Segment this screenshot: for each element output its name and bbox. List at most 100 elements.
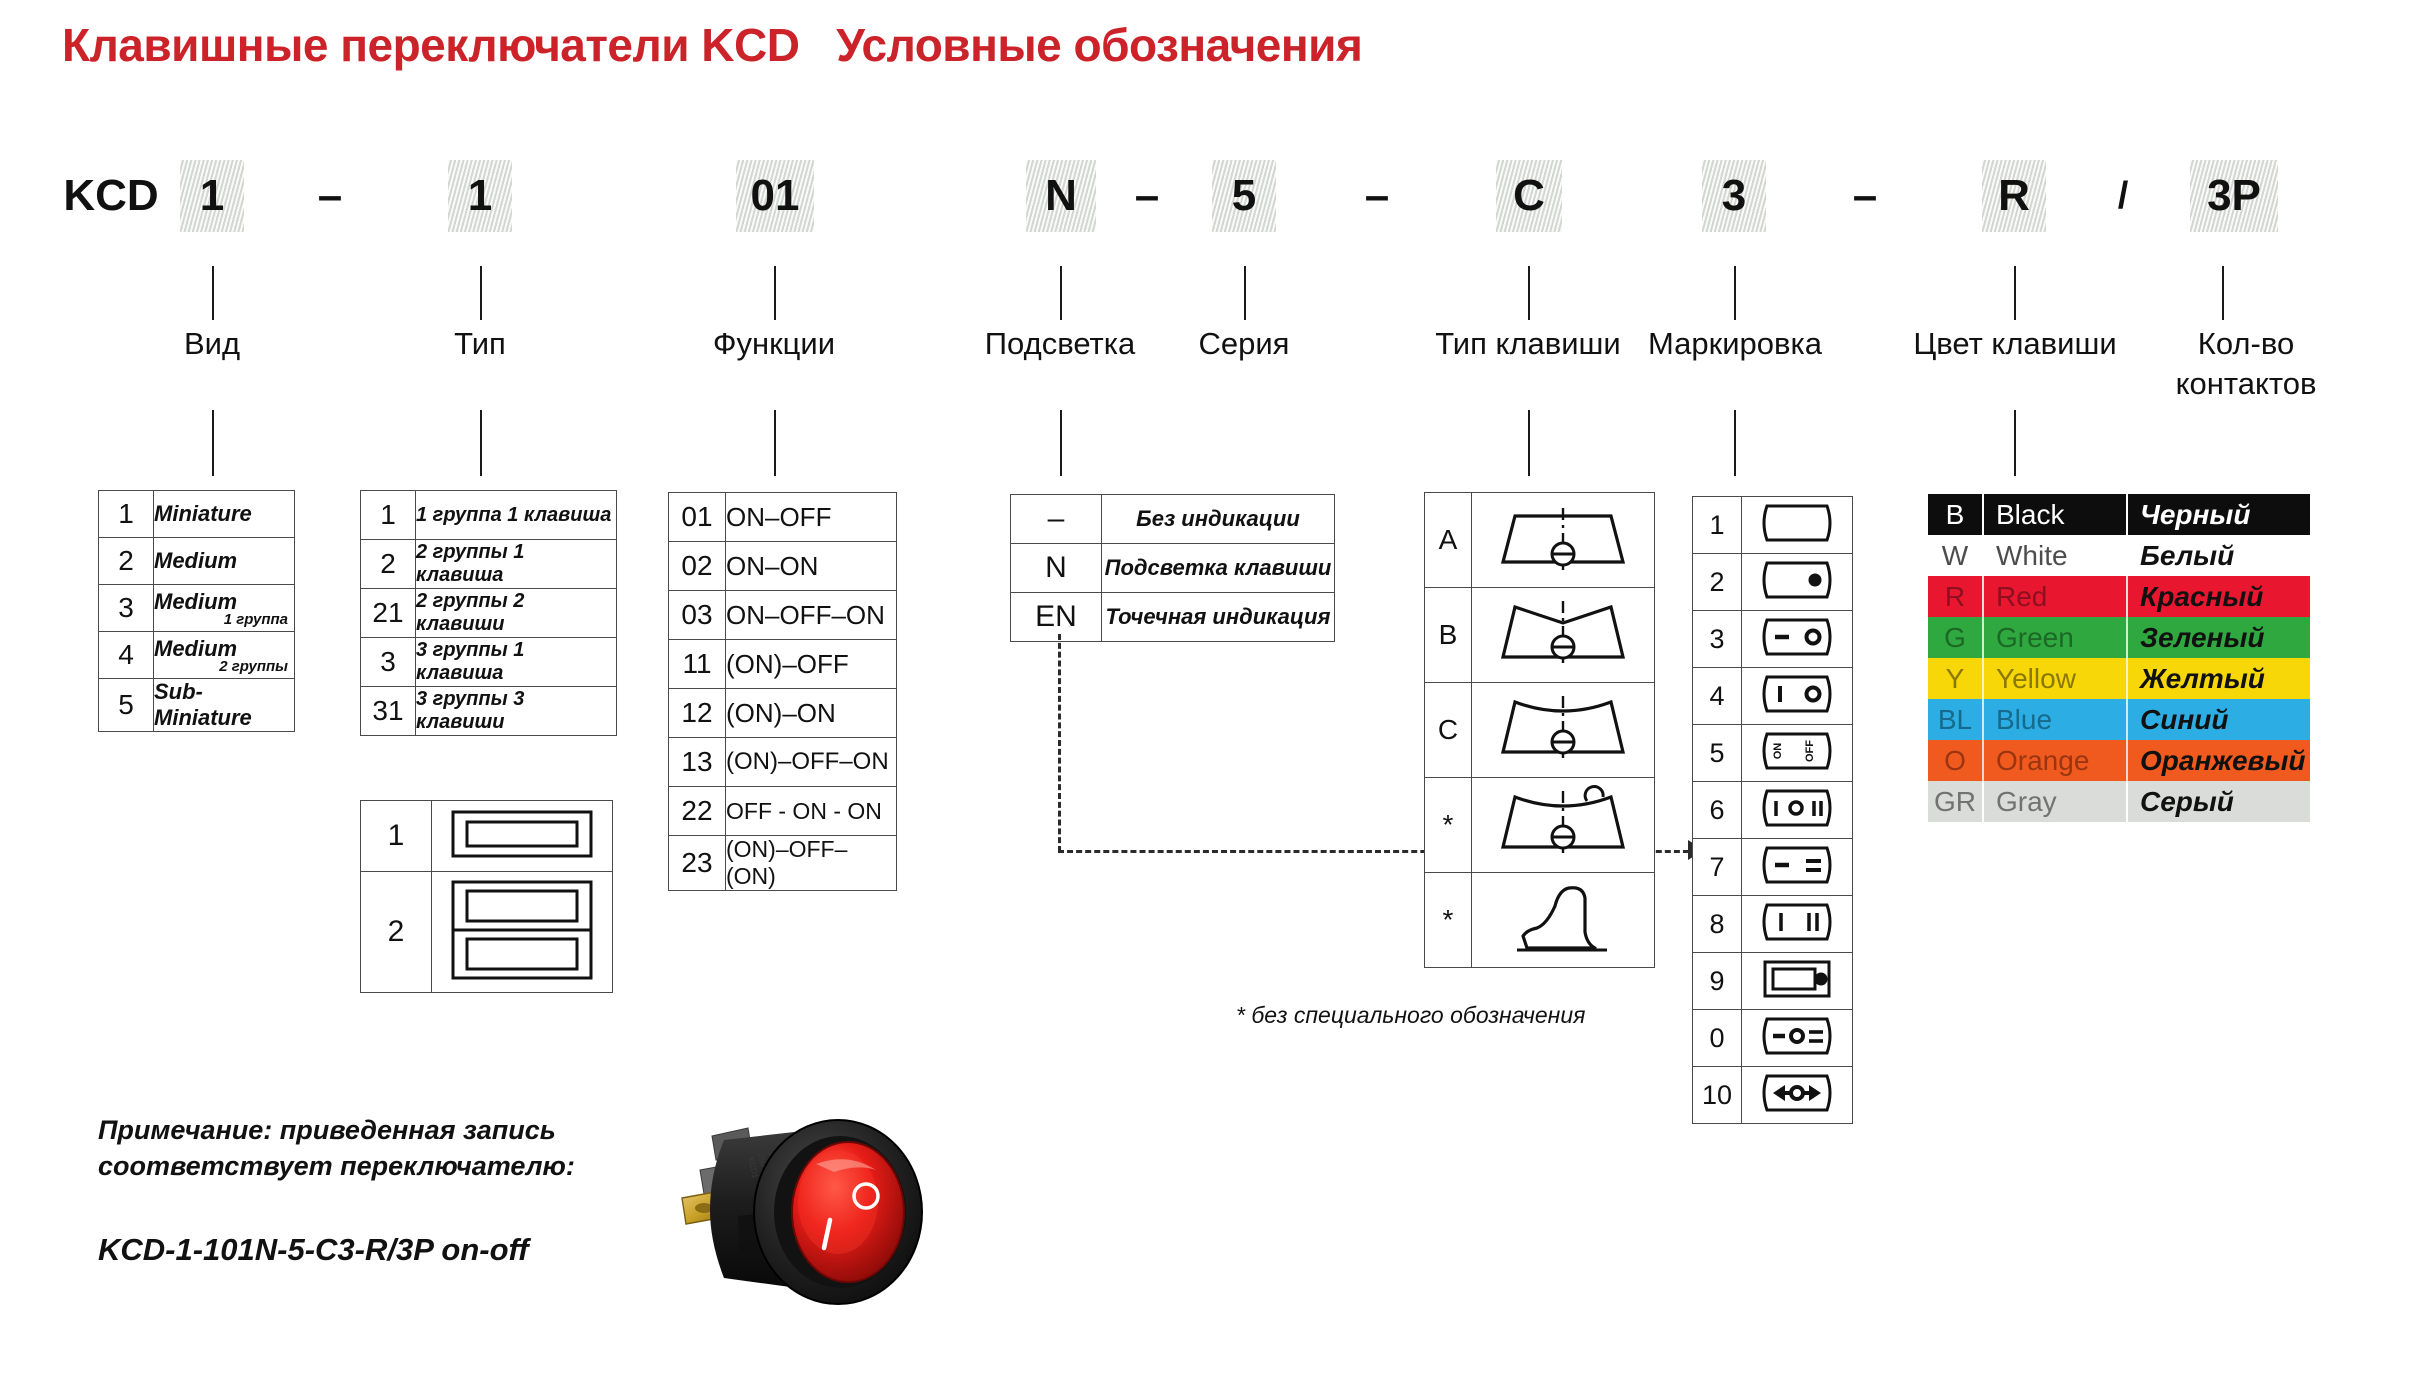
marking-code: 10 — [1692, 1066, 1742, 1124]
function-code: 02 — [668, 541, 726, 591]
table-row[interactable]: 4 Medium 2 группы — [98, 631, 295, 679]
table-row[interactable]: 9 — [1692, 952, 1853, 1010]
code-box-keytype[interactable]: C — [1496, 160, 1562, 232]
table-row[interactable]: 5 Sub-Miniature — [98, 678, 295, 732]
table-row[interactable]: 2 — [360, 871, 613, 993]
rocker-with-dot-icon — [1741, 553, 1853, 611]
backlight-code: N — [1010, 543, 1102, 593]
table-row[interactable]: BL Blue Синий — [1928, 699, 2310, 740]
bar-circle-rocker-icon — [1741, 667, 1853, 725]
tick-function-top — [774, 266, 776, 320]
table-row[interactable]: 1 — [1692, 496, 1853, 554]
table-row[interactable]: 2 Medium — [98, 537, 295, 585]
bar-doublebar-rocker-icon — [1741, 895, 1853, 953]
backlight-code: – — [1010, 494, 1102, 544]
color-name-en: Red — [1986, 576, 2126, 617]
table-row[interactable]: 1 1 группа 1 клавиша — [360, 490, 617, 540]
table-row[interactable]: G Green Зеленый — [1928, 617, 2310, 658]
tip-code: 1 — [360, 490, 416, 540]
table-row[interactable]: 1 — [360, 800, 613, 872]
vid-code: 3 — [98, 584, 154, 632]
code-box-backlight[interactable]: N — [1026, 160, 1096, 232]
table-row[interactable]: 01 ON–OFF — [668, 492, 897, 542]
code-sep-slash: / — [2117, 175, 2129, 217]
table-row[interactable]: 0 — [1692, 1009, 1853, 1067]
table-row[interactable]: 22 OFF - ON - ON — [668, 786, 897, 836]
single-rocker-frame-icon — [431, 800, 613, 872]
code-sep-3: – — [1364, 171, 1390, 220]
table-row[interactable]: 7 — [1692, 838, 1853, 896]
dash-circle-doubledash-rocker-icon — [1741, 1009, 1853, 1067]
function-desc: (ON)–OFF–(ON) — [725, 835, 897, 891]
color-name-en: Yellow — [1986, 658, 2126, 699]
table-row[interactable]: GR Gray Серый — [1928, 781, 2310, 822]
vid-table: 1 Miniature 2 Medium 3 Medium 1 группа 4… — [98, 490, 295, 732]
arrows-circle-rocker-icon — [1741, 1066, 1853, 1124]
vid-desc-text: Sub-Miniature — [154, 679, 252, 730]
function-table: 01 ON–OFF 02 ON–ON 03 ON–OFF–ON 11 (ON)–OFF … — [668, 492, 897, 891]
color-name-ru: Желтый — [2130, 658, 2310, 699]
color-code: GR — [1928, 781, 1982, 822]
table-row[interactable]: 2 2 группы 1 клавиша — [360, 539, 617, 589]
table-row[interactable]: 11 (ON)–OFF — [668, 639, 897, 689]
tip-desc: 2 группы 2 клавиши — [415, 588, 617, 638]
tick-marking-bottom — [1734, 410, 1736, 476]
table-row[interactable]: R Red Красный — [1928, 576, 2310, 617]
color-code: Y — [1928, 658, 1982, 699]
table-row[interactable]: * — [1424, 872, 1655, 968]
table-row[interactable]: N Подсветка клавиши — [1010, 543, 1335, 593]
on-off-text-rocker-icon: ON OFF — [1741, 724, 1853, 782]
table-row[interactable]: B Black Черный — [1928, 494, 2310, 535]
table-row[interactable]: 3 — [1692, 610, 1853, 668]
code-box-contacts[interactable]: 3P — [2190, 160, 2278, 232]
color-code: R — [1928, 576, 1982, 617]
page-title: Клавишные переключатели KCD Условные обо… — [62, 19, 1363, 71]
table-row[interactable]: 12 (ON)–ON — [668, 688, 897, 738]
table-row[interactable]: * — [1424, 777, 1655, 873]
marking-code: 0 — [1692, 1009, 1742, 1067]
table-row[interactable]: 13 (ON)–OFF–ON — [668, 737, 897, 787]
table-row[interactable]: C — [1424, 682, 1655, 778]
table-row[interactable]: – Без индикации — [1010, 494, 1335, 544]
function-desc: ON–OFF–ON — [725, 590, 897, 640]
table-row[interactable]: 02 ON–ON — [668, 541, 897, 591]
table-row[interactable]: 6 — [1692, 781, 1853, 839]
table-row[interactable]: 8 — [1692, 895, 1853, 953]
table-row[interactable]: 2 — [1692, 553, 1853, 611]
table-row[interactable]: 1 Miniature — [98, 490, 295, 538]
blank-rocker-icon — [1741, 496, 1853, 554]
code-box-series[interactable]: 5 — [1212, 160, 1276, 232]
code-box-color[interactable]: R — [1982, 160, 2046, 232]
backlight-desc: Точечная индикация — [1101, 592, 1335, 642]
tip-code: 21 — [360, 588, 416, 638]
code-box-tip[interactable]: 1 — [448, 160, 512, 232]
table-row[interactable]: 3 Medium 1 группа — [98, 584, 295, 632]
tip-code: 2 — [360, 539, 416, 589]
round-rocker-switch-photo: KCD1 250V 10A — [652, 1092, 972, 1332]
code-box-function[interactable]: 01 — [736, 160, 814, 232]
table-row[interactable]: A — [1424, 492, 1655, 588]
table-row[interactable]: 03 ON–OFF–ON — [668, 590, 897, 640]
table-row[interactable]: W White Белый — [1928, 535, 2310, 576]
table-row[interactable]: Y Yellow Желтый — [1928, 658, 2310, 699]
vid-code: 4 — [98, 631, 154, 679]
tick-vid-top — [212, 266, 214, 320]
backlight-code: EN — [1010, 592, 1102, 642]
dash-circle-rocker-icon — [1741, 610, 1853, 668]
keytype-code: * — [1424, 777, 1472, 873]
function-code: 12 — [668, 688, 726, 738]
color-name-ru: Серый — [2130, 781, 2310, 822]
table-row[interactable]: 3 3 группы 1 клавиша — [360, 637, 617, 687]
table-row[interactable]: 5 ON OFF — [1692, 724, 1853, 782]
vid-code: 2 — [98, 537, 154, 585]
color-name-en: Black — [1986, 494, 2126, 535]
code-box-marking[interactable]: 3 — [1702, 160, 1766, 232]
table-row[interactable]: B — [1424, 587, 1655, 683]
table-row[interactable]: 31 3 группы 3 клавиши — [360, 686, 617, 736]
table-row[interactable]: 23 (ON)–OFF–(ON) — [668, 835, 897, 891]
table-row[interactable]: 10 — [1692, 1066, 1853, 1124]
code-box-vid[interactable]: 1 — [180, 160, 244, 232]
table-row[interactable]: O Orange Оранжевый — [1928, 740, 2310, 781]
table-row[interactable]: 4 — [1692, 667, 1853, 725]
table-row[interactable]: 21 2 группы 2 клавиши — [360, 588, 617, 638]
